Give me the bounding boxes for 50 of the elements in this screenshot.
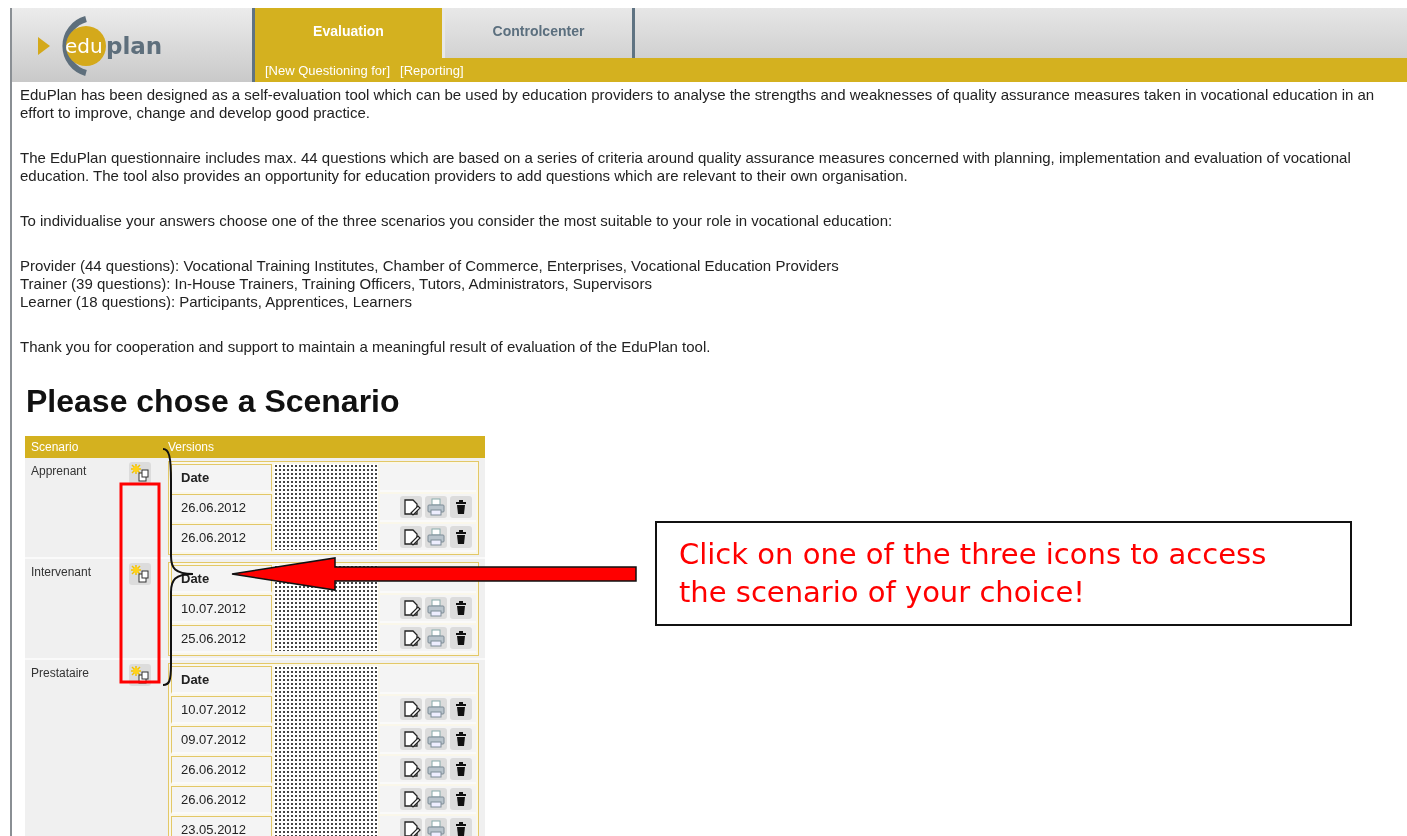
- new-document-icon[interactable]: [129, 664, 151, 686]
- column-header: Versions: [162, 436, 485, 458]
- page-heading: Please chose a Scenario: [26, 383, 401, 420]
- date-header: Date: [171, 666, 272, 694]
- trash-icon[interactable]: [450, 758, 472, 780]
- date-cell: 26.06.2012: [171, 494, 272, 522]
- eduplan-logo: edu plan: [38, 13, 188, 77]
- edit-icon[interactable]: [400, 496, 422, 518]
- trash-icon[interactable]: [450, 728, 472, 750]
- submenu-link[interactable]: [New Questioning for]: [265, 62, 390, 78]
- scenario-name: Intervenant: [25, 558, 118, 659]
- edit-icon[interactable]: [400, 526, 422, 548]
- trash-icon[interactable]: [450, 496, 472, 518]
- date-cell: 10.07.2012: [171, 696, 272, 724]
- date-cell: 26.06.2012: [171, 524, 272, 552]
- callout-text: Click on one of the three icons to access the scenario of your choice!: [655, 521, 1352, 626]
- date-cell: 09.07.2012: [171, 726, 272, 754]
- scenario-description: Provider (44 questions): Vocational Training Institutes, Chamber of Commerce, Enterprises, Vocational Education Providers: [20, 257, 840, 275]
- trash-icon[interactable]: [450, 788, 472, 810]
- edit-icon[interactable]: [400, 788, 422, 810]
- trash-icon[interactable]: [450, 818, 472, 836]
- edit-icon[interactable]: [400, 758, 422, 780]
- edit-icon[interactable]: [400, 818, 422, 836]
- intro-paragraph: The EduPlan questionnaire includes max. 44 questions which are based on a series of criteria around quality assurance measures concerned with planning, implementation and evaluation of vocational education. The tool also provides an opportunity for education providers to add questions which are relevant to their own organisation.: [20, 149, 1352, 185]
- trash-icon[interactable]: [450, 627, 472, 649]
- intro-paragraph: To individualise your answers choose one of the three scenarios you consider the most suitable to your role in vocational education:: [20, 212, 894, 230]
- date-cell: 26.06.2012: [171, 756, 272, 784]
- new-document-icon[interactable]: [129, 563, 151, 585]
- date-cell: 10.07.2012: [171, 595, 272, 623]
- edit-icon[interactable]: [400, 728, 422, 750]
- new-document-icon[interactable]: [129, 462, 151, 484]
- scenario-name: Prestataire: [25, 659, 118, 836]
- intro-paragraph: EduPlan has been designed as a self-evaluation tool which can be used by education providers to analyse the strengths and weaknesses of quality assurance measures taken in vocational education in an effort to improve, change and develop good practice.: [20, 86, 1376, 122]
- trash-icon[interactable]: [450, 526, 472, 548]
- date-cell: 23.05.2012: [171, 816, 272, 836]
- submenu-link[interactable]: [Reporting]: [400, 62, 464, 78]
- scenario-name: Apprenant: [25, 458, 118, 558]
- scenario-description: Trainer (39 questions): In-House Trainers, Training Officers, Tutors, Administrators, Supervisors: [20, 275, 653, 293]
- date-cell: 25.06.2012: [171, 625, 272, 653]
- edit-icon[interactable]: [400, 597, 422, 619]
- column-header: Scenario: [25, 436, 118, 458]
- trash-icon[interactable]: [450, 698, 472, 720]
- date-cell: 26.06.2012: [171, 786, 272, 814]
- thanks-text: Thank you for cooperation and support to maintain a meaningful result of evaluation of the EduPlan tool.: [20, 338, 712, 356]
- edit-icon[interactable]: [400, 698, 422, 720]
- date-header: Date: [171, 464, 272, 492]
- trash-icon[interactable]: [450, 597, 472, 619]
- edit-icon[interactable]: [400, 627, 422, 649]
- scenario-description: Learner (18 questions): Participants, Apprentices, Learners: [20, 293, 413, 311]
- nav-tab[interactable]: Evaluation: [255, 8, 445, 58]
